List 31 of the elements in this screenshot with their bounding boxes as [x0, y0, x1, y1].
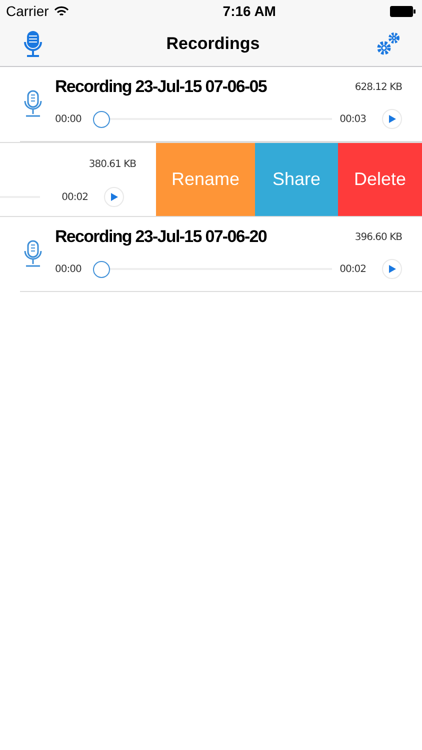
progress-slider[interactable]: [93, 260, 332, 278]
battery-icon: [390, 6, 416, 16]
play-icon: [110, 193, 118, 201]
play-button[interactable]: [382, 259, 402, 279]
wifi-icon: [54, 6, 69, 16]
file-size: 396.60 KB: [354, 230, 402, 244]
swipe-action-button[interactable]: Share: [255, 143, 338, 216]
duration-time: 00:02: [60, 190, 88, 204]
carrier-label: Carrier: [6, 2, 49, 20]
screen-title: Recordings: [166, 33, 260, 56]
elapsed-time: 00:00: [55, 112, 82, 126]
play-icon: [388, 115, 396, 123]
microphone-icon: [23, 90, 43, 118]
microphone-icon[interactable]: [24, 31, 42, 57]
duration-time: 00:02: [338, 262, 366, 276]
recording-title: Recording 23-Jul-15 07-06-20: [55, 226, 266, 248]
clock-time: 7:16 AM: [222, 2, 276, 20]
play-button[interactable]: [104, 187, 124, 207]
slider-thumb[interactable]: [93, 260, 110, 278]
play-icon: [388, 265, 396, 273]
elapsed-time: 00:00: [55, 262, 82, 276]
swipe-action-button[interactable]: Rename: [156, 143, 255, 216]
slider-thumb[interactable]: [93, 110, 110, 128]
progress-slider[interactable]: [93, 110, 332, 128]
swipe-action-button[interactable]: Delete: [338, 143, 422, 216]
duration-time: 00:03: [338, 112, 366, 126]
play-button[interactable]: [382, 109, 402, 129]
recording-title: Recording 23-Jul-15 07-06-05: [55, 76, 266, 98]
microphone-icon: [23, 240, 43, 268]
file-size: 380.61 KB: [88, 158, 136, 172]
file-size: 628.12 KB: [354, 80, 402, 94]
